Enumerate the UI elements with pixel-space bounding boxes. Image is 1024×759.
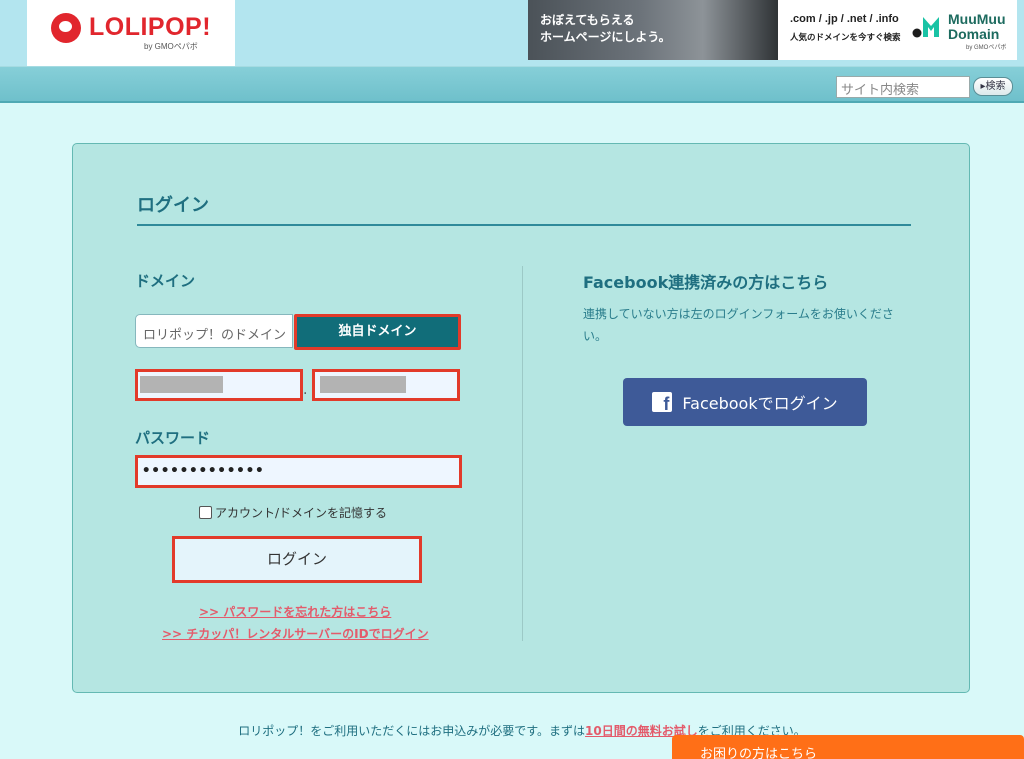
banner-photo: おぼえてもらえる ホームページにしよう。	[528, 0, 778, 60]
facebook-login-label: Facebookでログイン	[682, 394, 838, 413]
remember-option[interactable]: アカウント/ドメインを記憶する	[199, 504, 387, 521]
facebook-section-title: Facebook連携済みの方はこちら	[583, 273, 829, 292]
title-divider	[137, 224, 911, 226]
domain-separator: .	[303, 382, 308, 398]
top-header: LOLIPOP! by GMOペパボ おぼえてもらえる ホームページにしよう。 …	[0, 0, 1024, 66]
login-button[interactable]: ログイン	[172, 536, 422, 583]
banner-brand: MuuMuu Domain	[948, 11, 1006, 42]
domain-label: ドメイン	[135, 272, 196, 290]
remember-label: アカウント/ドメインを記憶する	[215, 506, 388, 520]
domain-tld-input[interactable]	[312, 369, 460, 401]
remember-checkbox[interactable]	[199, 506, 212, 519]
login-panel: ログイン ドメイン ロリポップ！のドメイン 独自ドメイン . パスワード •••…	[72, 143, 970, 693]
lolipop-logo[interactable]: LOLIPOP! by GMOペパボ	[27, 0, 235, 66]
help-tab[interactable]: お困りの方はこちら	[672, 735, 1024, 759]
banner-tlds: .com / .jp / .net / .info	[790, 13, 899, 25]
facebook-icon: f	[652, 392, 673, 414]
redacted-value	[140, 376, 223, 393]
forgot-password-link[interactable]: >> パスワードを忘れた方はこちら	[199, 603, 391, 620]
tab-own-domain[interactable]: 独自ドメイン	[294, 314, 461, 350]
banner-tagline: 人気のドメインを今すぐ検索	[790, 33, 901, 43]
chicappa-login-link[interactable]: >> チカッパ！レンタルサーバーのIDでログイン	[162, 625, 429, 642]
logo-subtext: by GMOペパボ	[144, 42, 198, 51]
banner-brand-sub: by GMOペパボ	[966, 45, 1007, 51]
facebook-icon-letter: f	[663, 394, 670, 414]
redacted-value	[320, 376, 406, 393]
banner-photo-text: おぼえてもらえる ホームページにしよう。	[540, 13, 671, 44]
column-divider	[522, 266, 523, 641]
site-search-button[interactable]: ▸検索	[973, 77, 1013, 96]
search-bar: サイト内検索 ▸検索	[0, 66, 1024, 103]
logo-text: LOLIPOP!	[89, 13, 212, 41]
page-title: ログイン	[137, 195, 209, 216]
domain-name-input[interactable]	[135, 369, 303, 401]
password-label: パスワード	[135, 429, 211, 447]
muumuu-logo-icon	[912, 17, 939, 38]
facebook-login-button[interactable]: f Facebookでログイン	[623, 378, 867, 426]
lolipop-logo-icon	[51, 13, 81, 43]
facebook-note: 連携していない方は左のログインフォームをお使いください。	[583, 307, 894, 343]
password-field[interactable]: •••••••••••••	[135, 455, 462, 488]
footer-note-text: ロリポップ！をご利用いただくにはお申込みが必要です。まずは	[238, 724, 586, 738]
site-search-input[interactable]: サイト内検索	[836, 76, 970, 98]
tab-lolipop-domain[interactable]: ロリポップ！のドメイン	[135, 314, 293, 348]
muumuu-domain-banner[interactable]: おぼえてもらえる ホームページにしよう。 .com / .jp / .net /…	[528, 0, 1017, 60]
